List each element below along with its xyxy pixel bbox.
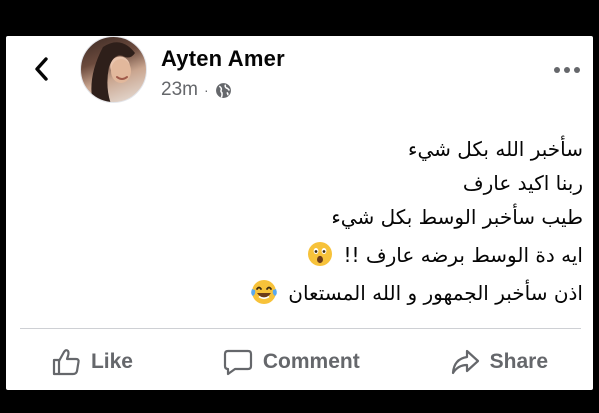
post-line-3: طيب سأخبر الوسط بكل شيء [331, 205, 583, 229]
author-name[interactable]: Ayten Amer [161, 46, 285, 72]
comment-icon [223, 349, 252, 376]
post-line-4: ايه دة الوسط برضه عارف !! [343, 243, 583, 267]
post-line-5-wrap: اذن سأخبر الجمهور و الله المستعان [103, 276, 583, 310]
comment-button[interactable]: Comment [223, 348, 360, 376]
screenshot-frame: Ayten Amer 23m · سأخبر الله بكل شيء ربنا… [0, 0, 599, 413]
globe-icon[interactable] [215, 82, 232, 99]
share-label: Share [489, 350, 549, 373]
post-card: Ayten Amer 23m · سأخبر الله بكل شيء ربنا… [6, 36, 593, 390]
share-button[interactable]: Share [450, 348, 548, 376]
more-options-icon [554, 67, 580, 73]
comment-label: Comment [262, 350, 360, 373]
post-text: سأخبر الله بكل شيء ربنا اكيد عارف طيب سأ… [103, 132, 583, 310]
post-line-4-wrap: ايه دة الوسط برضه عارف !! [103, 238, 583, 272]
meta-separator: · [203, 82, 209, 98]
like-button[interactable]: Like [51, 348, 133, 376]
post-actions-bar: Like Comment Share [6, 341, 593, 383]
chevron-left-icon [35, 57, 48, 81]
avatar-photo [91, 42, 135, 102]
actions-divider [20, 328, 581, 329]
thumbs-up-icon [52, 349, 80, 376]
author-avatar[interactable] [80, 36, 147, 103]
post-time[interactable]: 23m [161, 79, 198, 101]
post-line-1: سأخبر الله بكل شيء [408, 137, 583, 161]
more-options-button[interactable] [549, 58, 585, 82]
post-line-2: ربنا اكيد عارف [462, 171, 583, 195]
back-button[interactable] [26, 54, 56, 84]
like-label: Like [90, 350, 133, 373]
post-line-5: اذن سأخبر الجمهور و الله المستعان [288, 281, 583, 305]
astonished-face-icon [308, 242, 333, 266]
tears-of-joy-face-icon [251, 280, 277, 304]
share-arrow-icon [451, 349, 479, 375]
post-meta: 23m · [161, 79, 232, 101]
